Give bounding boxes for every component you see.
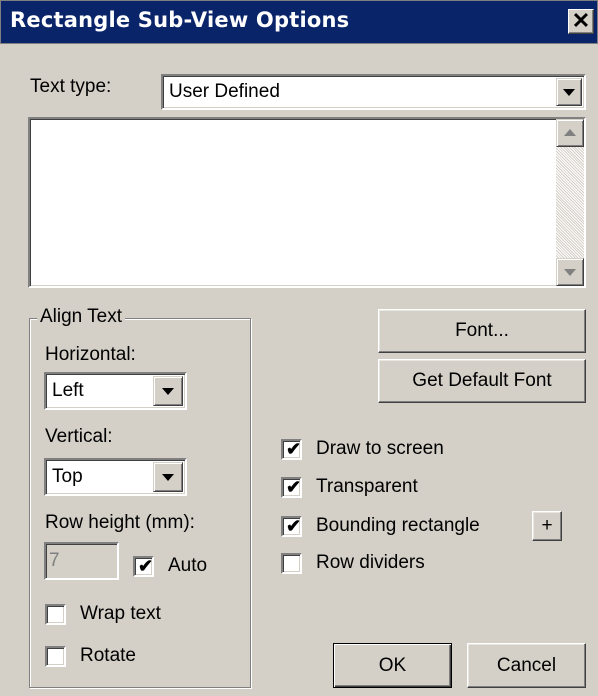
row-dividers-checkbox[interactable] — [281, 553, 302, 574]
horizontal-dropdown-button[interactable] — [153, 376, 183, 406]
text-type-label: Text type: — [30, 76, 112, 97]
ok-button-label: OK — [378, 654, 407, 676]
align-text-group-label: Align Text — [37, 306, 126, 328]
scroll-up-button[interactable] — [556, 119, 584, 147]
chevron-down-icon — [563, 89, 575, 96]
close-button[interactable]: ✕ — [568, 9, 594, 34]
vertical-dropdown-button[interactable] — [153, 462, 183, 492]
transparent-label: Transparent — [316, 476, 418, 497]
font-button[interactable]: Font... — [378, 309, 586, 353]
bounding-rectangle-options-button[interactable]: + — [532, 511, 562, 541]
row-height-label: Row height (mm): — [45, 512, 195, 533]
cancel-button-label: Cancel — [496, 654, 557, 676]
wrap-text-label: Wrap text — [80, 603, 161, 624]
close-icon: ✕ — [571, 8, 591, 33]
auto-label: Auto — [168, 555, 208, 576]
draw-to-screen-label: Draw to screen — [316, 438, 444, 459]
font-button-label: Font... — [455, 320, 509, 341]
text-type-select[interactable]: User Defined — [161, 74, 586, 110]
rotate-checkbox[interactable] — [45, 646, 66, 667]
chevron-down-icon — [162, 388, 174, 395]
horizontal-label: Horizontal: — [45, 344, 136, 365]
get-default-font-button[interactable]: Get Default Font — [378, 359, 586, 403]
get-default-font-label: Get Default Font — [412, 370, 552, 391]
scroll-down-button[interactable] — [556, 258, 584, 286]
text-type-value: User Defined — [169, 81, 280, 102]
wrap-text-checkbox[interactable] — [45, 604, 66, 625]
check-icon: ✔ — [286, 477, 302, 497]
row-dividers-label: Row dividers — [316, 552, 425, 573]
cancel-button[interactable]: Cancel — [467, 643, 586, 688]
draw-to-screen-checkbox[interactable]: ✔ — [281, 439, 302, 460]
transparent-checkbox[interactable]: ✔ — [281, 477, 302, 498]
text-area[interactable] — [28, 117, 586, 288]
scroll-down-icon — [564, 269, 576, 276]
window-title: Rectangle Sub-View Options — [10, 8, 350, 32]
plus-icon: + — [541, 515, 553, 536]
chevron-down-icon — [162, 474, 174, 481]
check-icon: ✔ — [286, 439, 302, 459]
text-type-dropdown-button[interactable] — [556, 78, 582, 106]
horizontal-value: Left — [52, 380, 84, 401]
row-height-value: 7 — [49, 550, 60, 571]
scroll-up-icon — [564, 129, 576, 136]
bounding-rectangle-checkbox[interactable]: ✔ — [281, 516, 302, 537]
vertical-value: Top — [52, 466, 83, 487]
rotate-label: Rotate — [80, 645, 136, 666]
row-height-input[interactable]: 7 — [44, 542, 119, 580]
vertical-scrollbar[interactable] — [556, 119, 584, 286]
vertical-label: Vertical: — [45, 426, 113, 447]
ok-button[interactable]: OK — [333, 643, 452, 688]
check-icon: ✔ — [138, 556, 154, 576]
check-icon: ✔ — [286, 516, 302, 536]
horizontal-select[interactable]: Left — [44, 372, 187, 410]
bounding-rectangle-label: Bounding rectangle — [316, 515, 480, 536]
vertical-select[interactable]: Top — [44, 458, 187, 496]
auto-checkbox[interactable]: ✔ — [133, 556, 154, 577]
